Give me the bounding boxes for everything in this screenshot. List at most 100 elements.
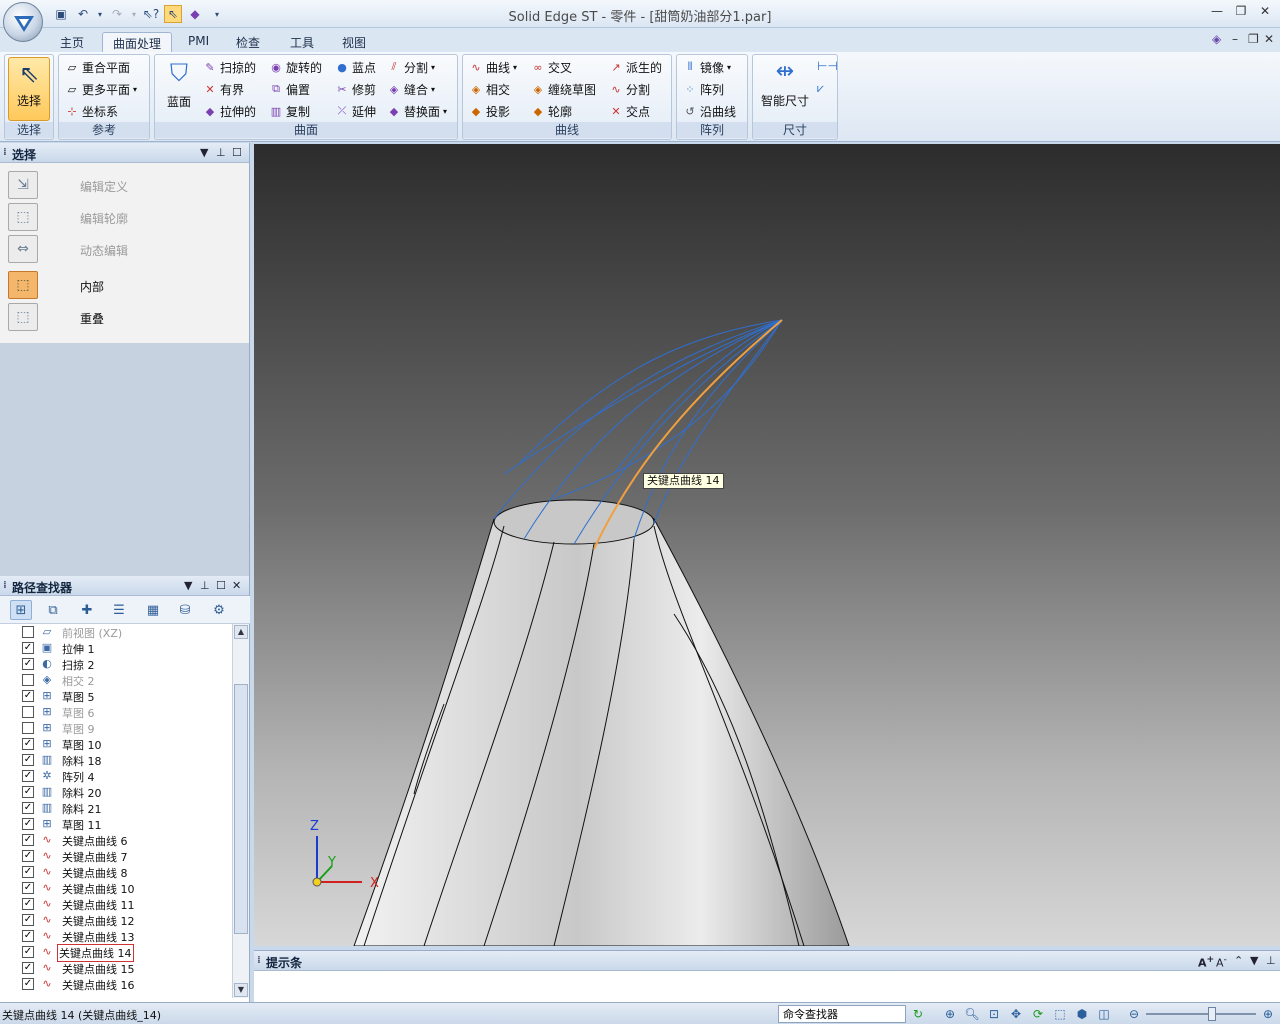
bluedot-button[interactable]: ● 蓝点	[335, 57, 376, 77]
tree-item[interactable]: ▱ 前视图 (XZ)	[0, 624, 230, 640]
visibility-checkbox[interactable]: ✓	[22, 930, 34, 942]
tree-item[interactable]: ✓ ⊞ 草图 10	[0, 736, 230, 752]
tree-item[interactable]: ⊞ 草图 6	[0, 704, 230, 720]
pin-icon[interactable]: ⊥	[216, 146, 226, 159]
fit-icon[interactable]: ⊡	[986, 1006, 1002, 1022]
edit-definition-item[interactable]: ⇲ 编辑定义	[6, 171, 246, 201]
scroll-thumb[interactable]	[234, 684, 248, 934]
panel-menu-icon[interactable]: ▼	[200, 146, 208, 159]
zoom-out-icon[interactable]: ⊖	[1126, 1006, 1142, 1022]
refresh-icon[interactable]: ↻	[910, 1006, 926, 1022]
zoom-in-icon[interactable]: ⊕	[1260, 1006, 1276, 1022]
tree-item[interactable]: ✓ ∿ 关键点曲线 13	[0, 928, 230, 944]
view-style-icon[interactable]: ◫	[1096, 1006, 1112, 1022]
font-increase-icon[interactable]: A+	[1198, 954, 1214, 970]
tree-item[interactable]: ⊞ 草图 9	[0, 720, 230, 736]
view-orientation-icon[interactable]: ⬢	[1074, 1006, 1090, 1022]
settings-icon[interactable]: ⚙	[208, 600, 230, 620]
visibility-checkbox[interactable]: ✓	[22, 802, 34, 814]
tab-surfacing[interactable]: 曲面处理	[102, 32, 173, 52]
doc-minimize-icon[interactable]: –	[1232, 32, 1238, 46]
layers-icon[interactable]: ☰	[108, 600, 130, 620]
tree-item[interactable]: ✓ ▥ 除料 21	[0, 800, 230, 816]
tab-home[interactable]: 主页	[50, 32, 94, 52]
visibility-checkbox[interactable]: ✓	[22, 850, 34, 862]
close-icon[interactable]: ✕	[1254, 4, 1276, 22]
tab-view[interactable]: 视图	[332, 32, 376, 52]
visibility-checkbox[interactable]: ✓	[22, 834, 34, 846]
tree-item[interactable]: ✓ ∿ 关键点曲线 11	[0, 896, 230, 912]
doc-restore-icon[interactable]: ❐	[1248, 32, 1259, 46]
feature-tree-icon[interactable]: ⊞	[10, 600, 32, 620]
tab-tools[interactable]: 工具	[280, 32, 324, 52]
coordinate-system-button[interactable]: ⊹ 坐标系	[65, 101, 118, 121]
zoom-slider-thumb[interactable]	[1208, 1007, 1216, 1021]
tree-item[interactable]: ✓ ∿ 关键点曲线 10	[0, 880, 230, 896]
zoom-slider[interactable]	[1146, 1013, 1256, 1015]
intersection-point-button[interactable]: ✕ 交点	[609, 101, 650, 121]
inside-select-item[interactable]: ⬚ 内部	[6, 271, 246, 301]
panel-close-icon[interactable]: ✕	[232, 579, 241, 592]
tree-item[interactable]: ✓ ∿ 关键点曲线 7	[0, 848, 230, 864]
visibility-checkbox[interactable]: ✓	[22, 946, 34, 958]
trim-button[interactable]: ✂ 修剪	[335, 79, 376, 99]
visibility-checkbox[interactable]: ✓	[22, 914, 34, 926]
cross-curve-button[interactable]: ∞ 交叉	[531, 57, 572, 77]
tree-item[interactable]: ◈ 相交 2	[0, 672, 230, 688]
pin-icon[interactable]: ⊥	[200, 579, 210, 592]
show-all-icon[interactable]: ▦	[142, 600, 164, 620]
tree-item[interactable]: ✓ ▥ 除料 20	[0, 784, 230, 800]
tree-item[interactable]: ✓ ∿ 关键点曲线 8	[0, 864, 230, 880]
tree-item[interactable]: ✓ ◐ 扫掠 2	[0, 656, 230, 672]
swept-button[interactable]: ✎ 扫掠的	[203, 57, 256, 77]
maximize-icon[interactable]: ❐	[1230, 4, 1252, 22]
select-button[interactable]: ⇖ 选择	[8, 57, 50, 121]
visibility-checkbox[interactable]: ✓	[22, 898, 34, 910]
copy-button[interactable]: ▥ 复制	[269, 101, 310, 121]
tree-item[interactable]: ✓ ⊞ 草图 5	[0, 688, 230, 704]
angle-between-icon[interactable]: ⩗	[817, 81, 824, 96]
smart-dimension-button[interactable]: ⇹ 智能尺寸	[757, 59, 813, 119]
collapse-icon[interactable]: ⌃	[1234, 954, 1243, 967]
tree-item[interactable]: ✓ ∿ 关键点曲线 14	[0, 944, 230, 962]
bounded-button[interactable]: ✕ 有界	[203, 79, 244, 99]
visibility-checkbox[interactable]: ✓	[22, 978, 34, 990]
pathfinder-scrollbar[interactable]: ▲ ▼	[232, 624, 249, 998]
dynamic-edit-item[interactable]: ⇔ 动态编辑	[6, 235, 246, 265]
stitch-button[interactable]: ◈ 缝合 ▾	[387, 79, 435, 99]
scroll-up-icon[interactable]: ▲	[234, 625, 248, 639]
visibility-checkbox[interactable]: ✓	[22, 786, 34, 798]
visibility-checkbox[interactable]: ✓	[22, 866, 34, 878]
mirror-button[interactable]: ⫴ 镜像 ▾	[683, 57, 731, 77]
pin-icon[interactable]: ⊥	[1266, 954, 1276, 967]
visibility-checkbox[interactable]: ✓	[22, 962, 34, 974]
edit-profile-item[interactable]: ⬚ 编辑轮廓	[6, 203, 246, 233]
intersect-button[interactable]: ◈ 相交	[469, 79, 510, 99]
along-curve-button[interactable]: ↺ 沿曲线	[683, 101, 736, 121]
graphics-viewport[interactable]: Z Y X 关键点曲线 14	[254, 144, 1280, 946]
sketch-view-icon[interactable]: ⬚	[1052, 1006, 1068, 1022]
replace-face-button[interactable]: ◆ 替换面 ▾	[387, 101, 447, 121]
filter-icon[interactable]: ⛁	[174, 600, 196, 620]
tree-item[interactable]: ✓ ∿ 关键点曲线 6	[0, 832, 230, 848]
extruded-button[interactable]: ◆ 拉伸的	[203, 101, 256, 121]
tree-item[interactable]: ✓ ∿ 关键点曲线 16	[0, 976, 230, 992]
offset-button[interactable]: ⧉ 偏置	[269, 79, 310, 99]
visibility-checkbox[interactable]: ✓	[22, 818, 34, 830]
doc-close-icon[interactable]: ✕	[1264, 32, 1274, 46]
overlap-select-item[interactable]: ⬚ 重叠	[6, 303, 246, 333]
zoom-icon[interactable]: 🔍︎	[964, 1006, 980, 1022]
panel-menu-icon[interactable]: ▼	[1250, 954, 1258, 967]
tree-item[interactable]: ✓ ∿ 关键点曲线 12	[0, 912, 230, 928]
visibility-checkbox[interactable]	[22, 626, 34, 638]
visibility-checkbox[interactable]	[22, 674, 34, 686]
tab-inspect[interactable]: 检查	[226, 32, 270, 52]
panel-maximize-icon[interactable]: ☐	[232, 146, 242, 159]
tree-item[interactable]: ✓ ⊞ 草图 11	[0, 816, 230, 832]
revolved-button[interactable]: ◉ 旋转的	[269, 57, 322, 77]
bluesurf-button[interactable]: ⛉ 蓝面	[159, 59, 199, 119]
wrap-sketch-button[interactable]: ◈ 缠绕草图	[531, 79, 596, 99]
contour-button[interactable]: ◆ 轮廓	[531, 101, 572, 121]
split-button[interactable]: ⫽ 分割 ▾	[387, 57, 435, 77]
panel-menu-icon[interactable]: ▼	[184, 579, 192, 592]
